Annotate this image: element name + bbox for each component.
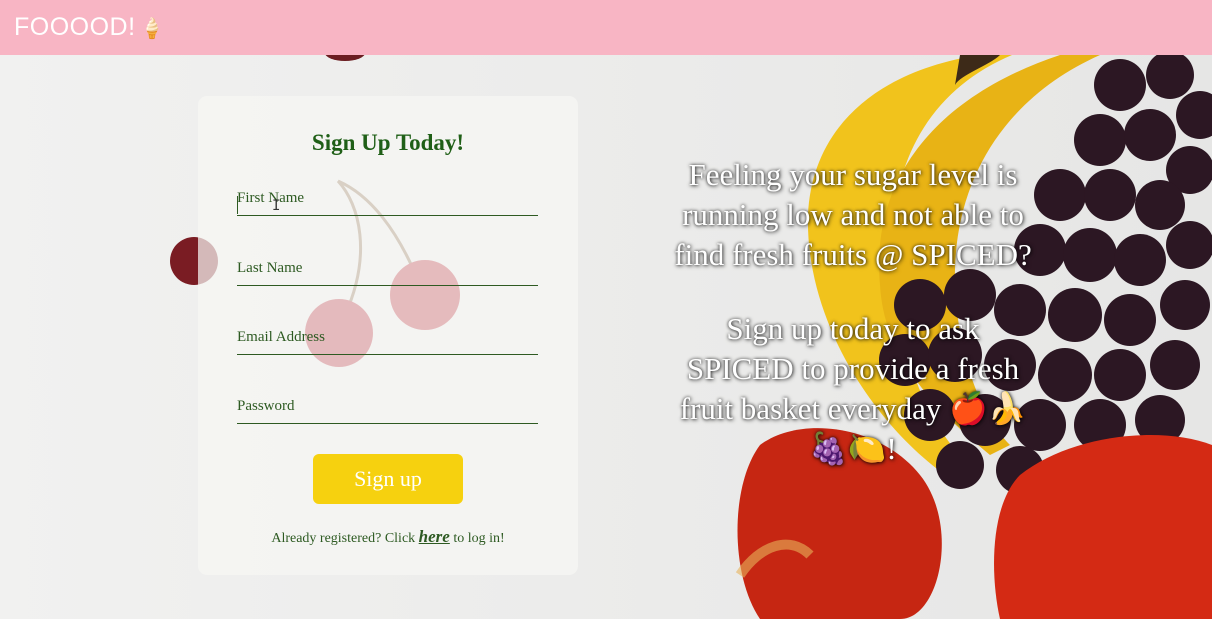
email-field — [237, 323, 538, 355]
password-input[interactable] — [237, 392, 538, 423]
login-prefix: Already registered? Click — [271, 531, 419, 546]
password-field — [237, 392, 538, 424]
top-header: FOOOOD! 🍦 — [0, 0, 1212, 55]
signup-card: Sign Up Today! I Sign up Already registe… — [198, 96, 578, 575]
signup-button[interactable]: Sign up — [313, 454, 463, 504]
brand-logo[interactable]: FOOOOD! 🍦 — [14, 13, 165, 42]
last-name-input[interactable] — [237, 254, 538, 285]
last-name-field — [237, 254, 538, 286]
promo-text: Feeling your sugar level is running low … — [672, 155, 1034, 469]
first-name-field: I — [237, 184, 538, 216]
ice-cream-icon: 🍦 — [139, 18, 165, 40]
login-link[interactable]: here — [419, 527, 450, 546]
ibeam-cursor-icon: I — [272, 198, 281, 214]
login-suffix: to log in! — [449, 531, 505, 546]
promo-line-1: Feeling your sugar level is running low … — [674, 157, 1032, 272]
email-input[interactable] — [237, 323, 538, 354]
first-name-input[interactable] — [237, 184, 538, 215]
text-caret — [237, 196, 238, 214]
login-prompt: Already registered? Click here to log in… — [198, 527, 578, 547]
signup-title: Sign Up Today! — [311, 130, 465, 155]
promo-line-2: Sign up today to ask SPICED to provide a… — [679, 311, 1027, 466]
